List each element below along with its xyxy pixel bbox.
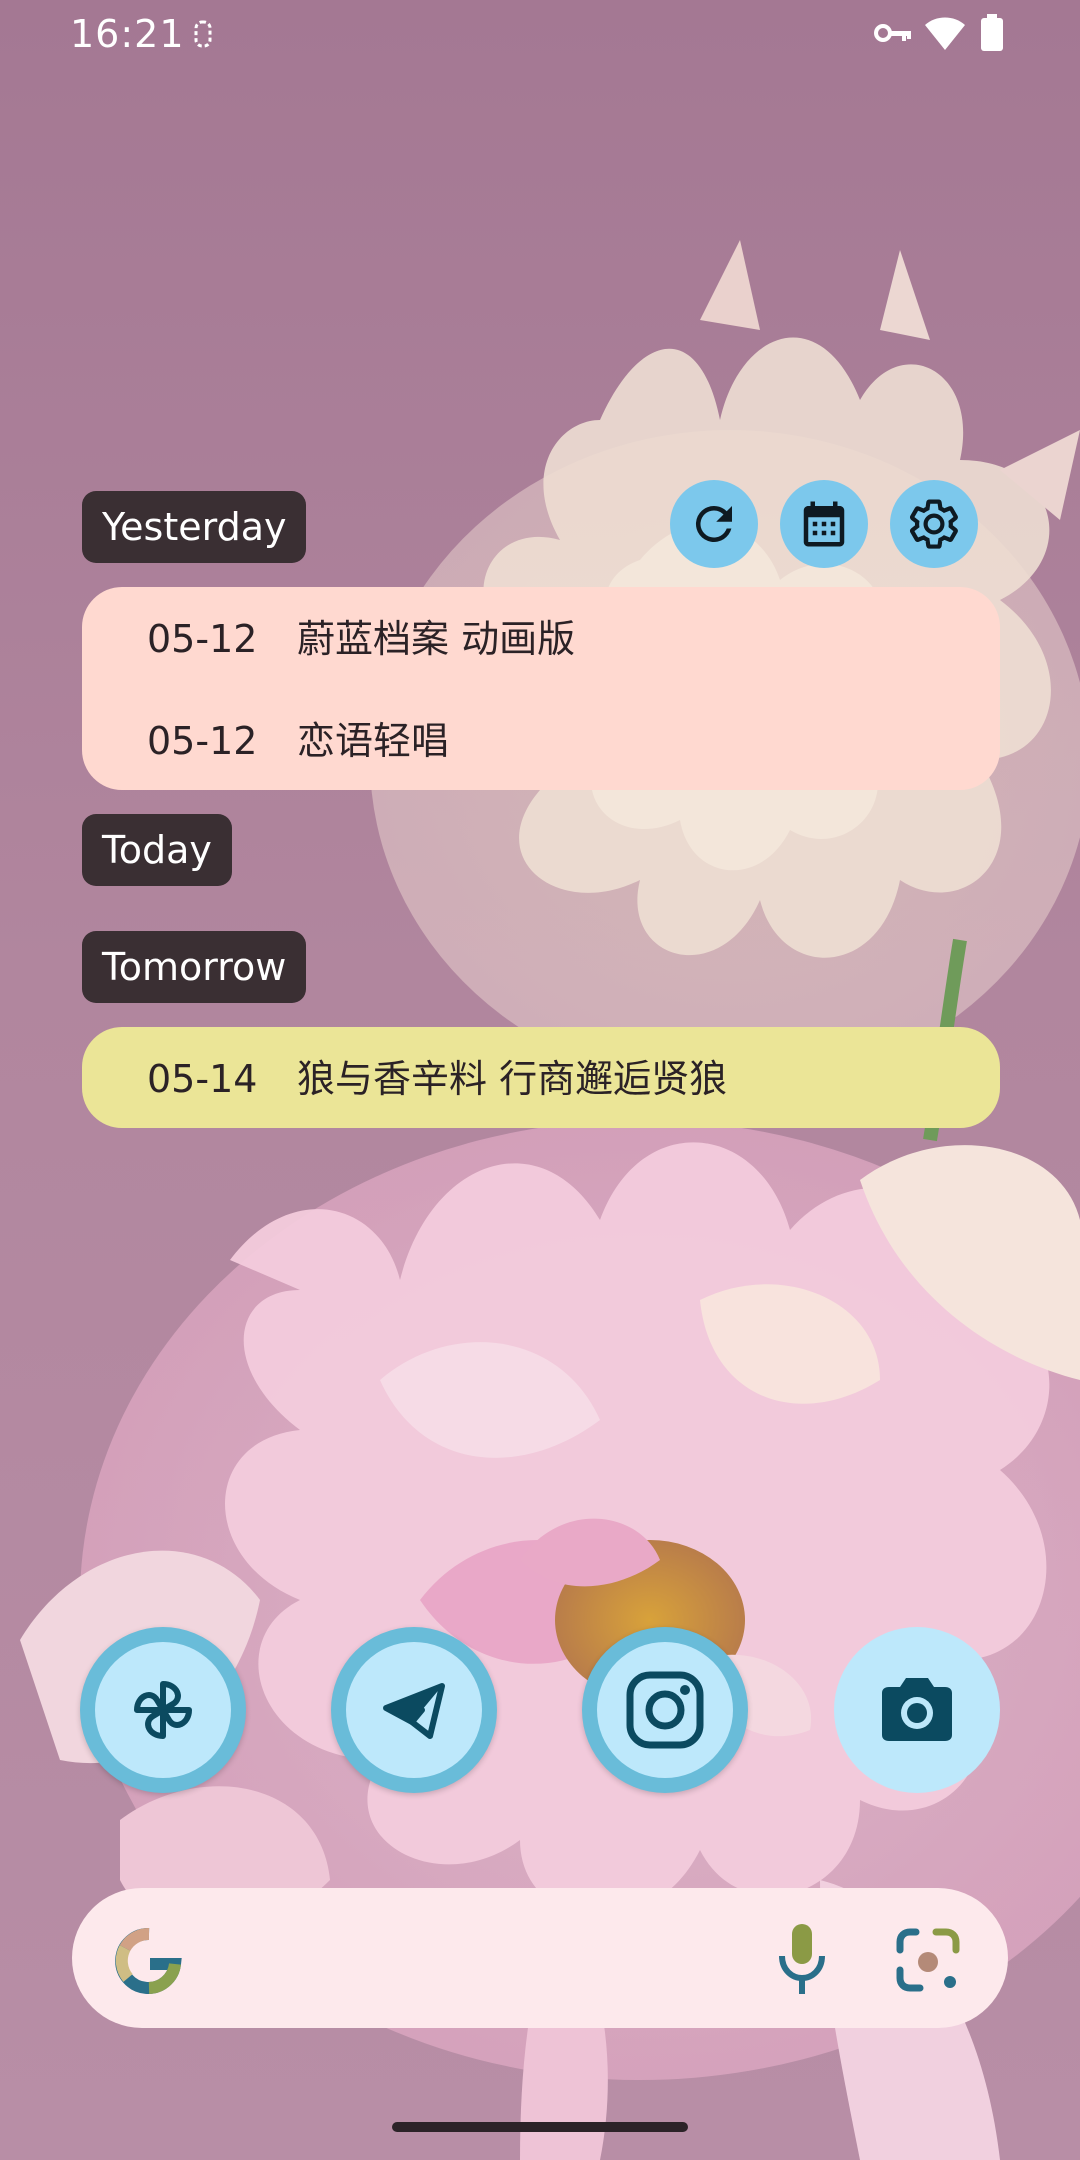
refresh-icon [695,505,732,542]
google-lens-icon[interactable] [892,1924,964,2001]
microphone-icon[interactable] [772,1920,832,2005]
wifi-icon [924,16,966,57]
app-instagram[interactable] [582,1627,748,1793]
event-card-yesterday: 05-12 蔚蓝档案 动画版 05-12 恋语轻唱 [82,587,1000,790]
event-title: 蔚蓝档案 动画版 [297,617,576,661]
event-title: 狼与香辛料 行商邂逅贤狼 [297,1057,728,1101]
app-telegram[interactable] [331,1627,497,1793]
pinwheel-icon [134,1681,192,1739]
google-logo-icon[interactable] [114,1926,184,2001]
event-title: 恋语轻唱 [297,719,450,763]
gesture-nav-handle[interactable] [392,2122,688,2132]
telegram-icon [383,1683,445,1739]
event-item[interactable]: 05-14 狼与香辛料 行商邂逅贤狼 [147,1049,727,1109]
section-label-tomorrow: Tomorrow [82,931,307,1003]
settings-icon [909,499,958,549]
app-pinwheel[interactable] [80,1627,246,1793]
calendar-icon [803,501,845,547]
status-time: 16:21 [70,12,185,56]
section-label-today: Today [82,814,232,886]
app-camera[interactable] [834,1627,1000,1793]
event-item[interactable]: 05-12 蔚蓝档案 动画版 [147,609,575,669]
event-item[interactable]: 05-12 恋语轻唱 [147,711,449,771]
camera-icon [882,1678,952,1741]
settings-button[interactable] [890,480,978,568]
battery-icon [980,14,1004,57]
event-date: 05-12 [147,617,258,661]
screen-record-icon [192,18,214,55]
instagram-icon [626,1671,704,1749]
google-search-bar[interactable] [72,1888,1008,2028]
event-card-tomorrow: 05-14 狼与香辛料 行商邂逅贤狼 [82,1027,1000,1128]
vpn-key-icon [874,20,912,51]
refresh-button[interactable] [670,480,758,568]
calendar-button[interactable] [780,480,868,568]
status-bar: 16:21 [0,0,1080,66]
section-label-yesterday: Yesterday [82,491,307,563]
event-date: 05-14 [147,1057,258,1101]
event-date: 05-12 [147,719,258,763]
